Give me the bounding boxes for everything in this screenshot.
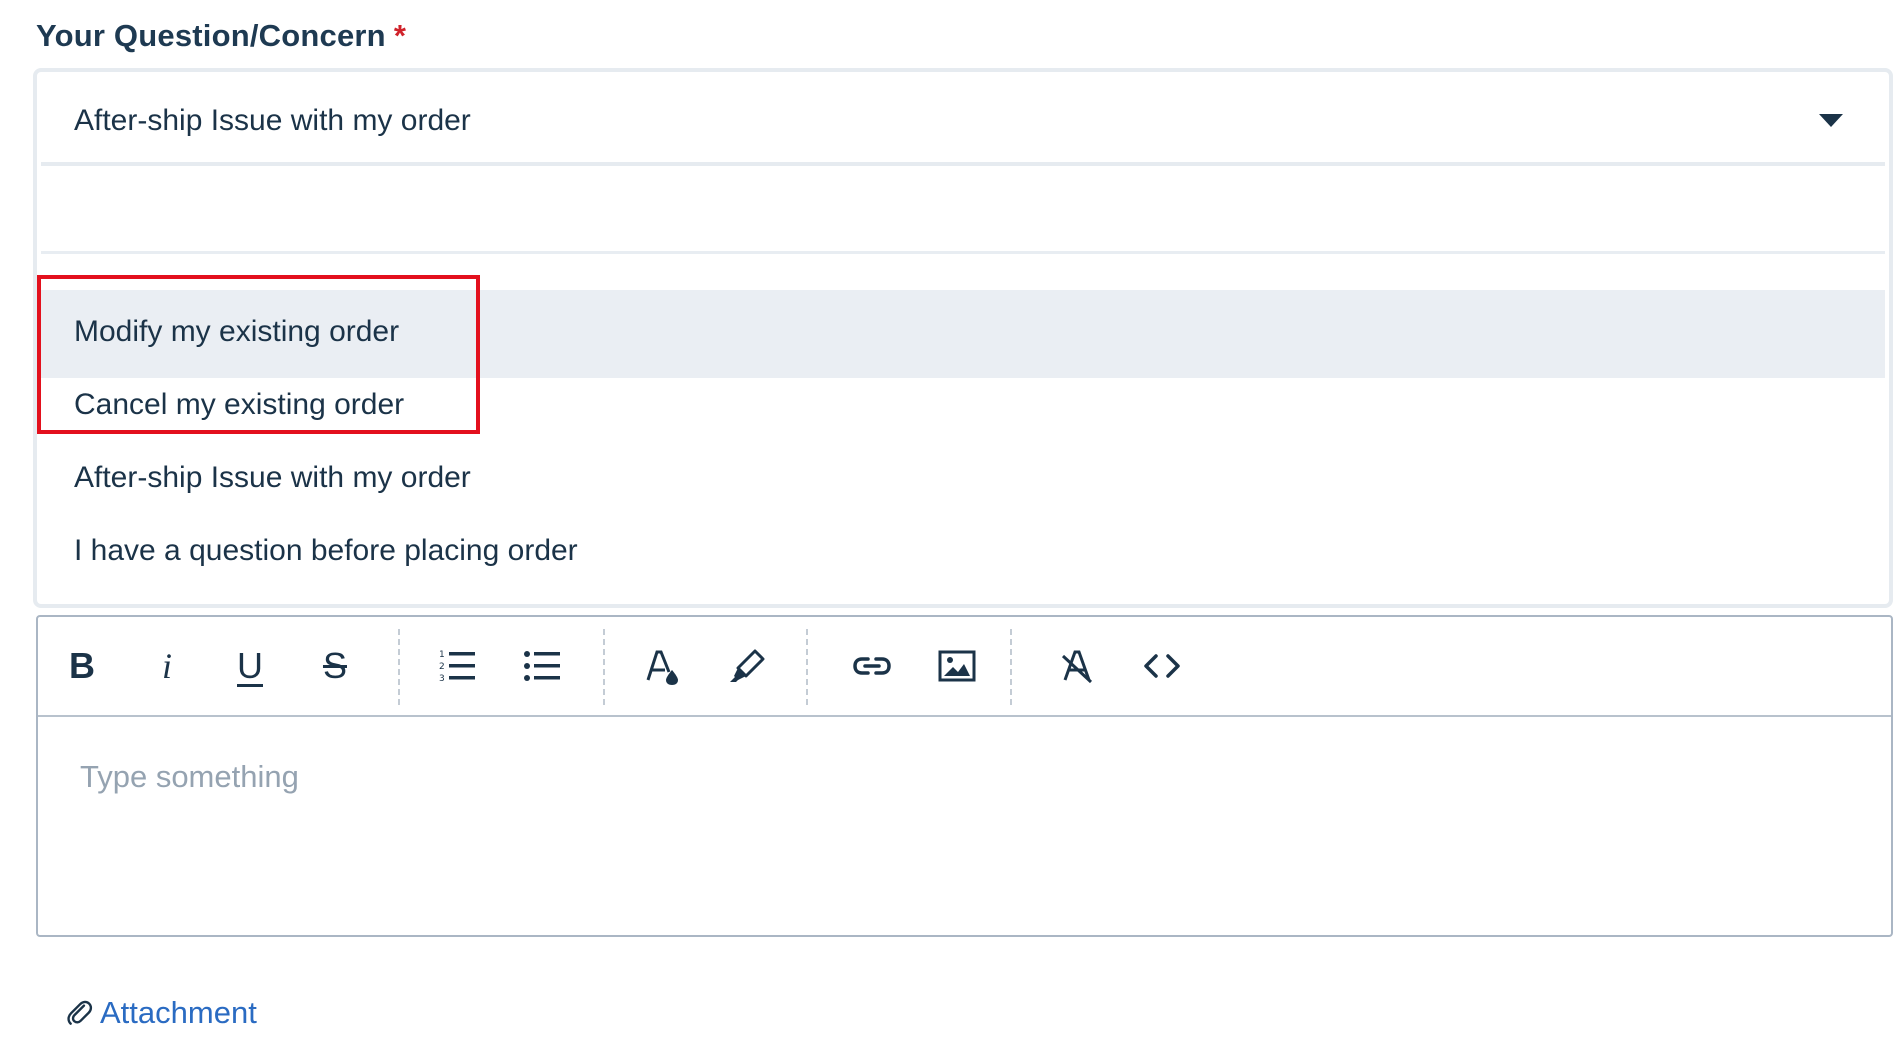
svg-text:2: 2	[439, 662, 445, 672]
editor-toolbar: B i U S 1 2 3	[38, 617, 1891, 717]
bold-icon: B	[69, 645, 95, 686]
svg-text:3: 3	[439, 674, 445, 684]
attachment-label[interactable]: Attachment	[100, 995, 257, 1031]
toolbar-separator	[806, 629, 808, 705]
highlight-button[interactable]	[723, 642, 771, 690]
editor-placeholder: Type something	[80, 759, 299, 794]
ordered-list-button[interactable]: 1 2 3	[433, 642, 481, 690]
italic-icon: i	[161, 646, 172, 686]
attachment-link[interactable]: Attachment	[64, 995, 257, 1031]
question-select[interactable]: After-ship Issue with my order Modify my…	[33, 68, 1893, 608]
image-button[interactable]	[933, 642, 981, 690]
strikethrough-icon: S	[322, 645, 347, 686]
editor-content-area[interactable]: Type something	[38, 717, 1891, 935]
highlighter-icon	[730, 649, 765, 682]
code-icon	[1144, 654, 1180, 678]
select-control[interactable]: After-ship Issue with my order	[41, 76, 1885, 166]
question-field-label: Your Question/Concern *	[36, 18, 406, 54]
option-label: Cancel my existing order	[74, 388, 405, 421]
underline-icon: U	[237, 645, 263, 686]
underline-button[interactable]: U	[226, 642, 274, 690]
dropdown-search-input[interactable]	[41, 166, 1885, 254]
select-current-value: After-ship Issue with my order	[74, 104, 471, 137]
ordered-list-icon: 1 2 3	[439, 650, 475, 684]
bullet-list-button[interactable]	[518, 642, 566, 690]
toolbar-separator	[603, 629, 605, 705]
option-label: After-ship Issue with my order	[74, 461, 471, 494]
link-icon	[853, 657, 891, 675]
rich-text-editor[interactable]: B i U S 1 2 3 Type something	[36, 615, 1893, 937]
code-button[interactable]	[1138, 642, 1186, 690]
bullet-list-icon	[524, 651, 560, 681]
option-label: Modify my existing order	[74, 315, 400, 348]
text-color-button[interactable]	[638, 642, 686, 690]
paperclip-icon	[67, 1000, 93, 1025]
option-question-before-order[interactable]: I have a question before placing order	[41, 509, 1885, 599]
toolbar-separator	[1010, 629, 1012, 705]
strikethrough-button[interactable]: S	[311, 642, 359, 690]
option-label: I have a question before placing order	[74, 534, 578, 567]
text-color-icon	[646, 650, 678, 685]
svg-text:1: 1	[439, 650, 445, 660]
clear-format-button[interactable]	[1053, 642, 1101, 690]
required-asterisk: *	[393, 18, 407, 53]
image-icon	[938, 650, 976, 682]
toolbar-separator	[398, 629, 400, 705]
question-label-text: Your Question/Concern	[36, 18, 386, 53]
clear-format-icon	[1061, 650, 1093, 684]
bold-button[interactable]: B	[58, 642, 106, 690]
italic-button[interactable]: i	[143, 642, 191, 690]
caret-down-icon[interactable]	[1819, 114, 1843, 127]
link-button[interactable]	[848, 642, 896, 690]
